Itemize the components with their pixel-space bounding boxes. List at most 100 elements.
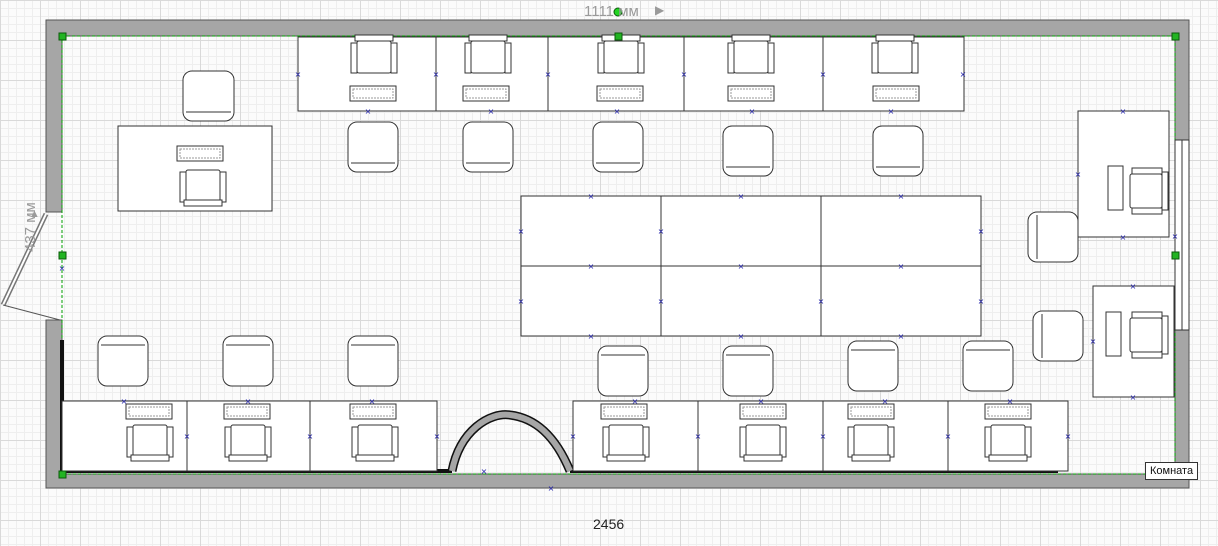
office-chair-icon[interactable]	[1129, 311, 1169, 359]
selection-handle: ×	[1120, 107, 1127, 116]
office-chair-icon[interactable]	[597, 34, 645, 74]
armchair-icon[interactable]	[347, 121, 399, 173]
monitor-keys	[599, 88, 641, 99]
arch-opening[interactable]	[447, 410, 575, 473]
chair-arm-left	[464, 42, 472, 74]
chair-seat	[357, 424, 393, 458]
selection-handle: ×	[888, 107, 895, 116]
selection-handle: ×	[307, 432, 314, 441]
armchair-icon[interactable]	[1027, 211, 1079, 263]
armchair-body	[1027, 211, 1079, 263]
armchair-icon[interactable]	[722, 345, 774, 397]
selection-handle: ×	[882, 397, 889, 406]
chair-seat	[733, 40, 769, 74]
armchair-body	[872, 125, 924, 177]
chair-seat	[230, 424, 266, 458]
selection-handle: ×	[658, 227, 665, 236]
selection-handle: ×	[184, 432, 191, 441]
selection-handle: ×	[1065, 432, 1072, 441]
armchair-body	[722, 125, 774, 177]
selection-handle: ×	[820, 70, 827, 79]
selection-handle: ×	[945, 432, 952, 441]
resize-handle	[58, 251, 67, 260]
chair-seat	[185, 169, 221, 203]
meeting-table-section	[660, 265, 822, 337]
height-arrow-icon: ▲	[29, 208, 40, 220]
monitor-keys	[179, 148, 221, 159]
monitor-keys	[465, 88, 507, 99]
armchair-icon[interactable]	[597, 345, 649, 397]
armchair-icon[interactable]	[1032, 310, 1084, 362]
chair-arm-bottom	[1131, 207, 1163, 215]
monitor-icon	[727, 85, 775, 102]
door-swing-arc	[2, 304, 61, 321]
office-chair-icon[interactable]	[351, 424, 399, 462]
chair-arm-bottom	[1131, 351, 1163, 359]
armchair-icon[interactable]	[97, 335, 149, 387]
chair-back	[988, 454, 1028, 462]
armchair-icon[interactable]	[222, 335, 274, 387]
office-chair-icon[interactable]	[1129, 167, 1169, 215]
drawing-canvas[interactable]: × × × × × × × × × × × × × × × × × × × × × × × × × × × × × × × × × × × × × × × ×…	[0, 0, 1218, 546]
monitor-keys	[875, 88, 917, 99]
chair-arm-right	[166, 426, 174, 458]
selection-handle: ×	[818, 297, 825, 306]
floor-plan[interactable]: × × × × × × × × × × × × × × × × × × × × × × × × × × × × × × × × × × × × × × × ×…	[0, 0, 1218, 546]
office-chair-icon[interactable]	[727, 34, 775, 74]
armchair-icon[interactable]	[182, 70, 235, 122]
monitor-keys	[850, 406, 892, 417]
monitor-frame	[1105, 311, 1122, 357]
office-chair-icon[interactable]	[739, 424, 787, 462]
selection-handle: ×	[588, 332, 595, 341]
armchair-icon[interactable]	[592, 121, 644, 173]
armchair-icon[interactable]	[462, 121, 514, 173]
armchair-icon[interactable]	[347, 335, 399, 387]
armchair-icon[interactable]	[872, 125, 924, 177]
selection-handle: ×	[632, 397, 639, 406]
chair-arm-left	[739, 426, 747, 458]
office-chair-icon[interactable]	[847, 424, 895, 462]
office-chair-icon[interactable]	[984, 424, 1032, 462]
chair-seat	[1129, 317, 1163, 353]
chair-seat	[1129, 173, 1163, 209]
chair-back	[468, 34, 508, 42]
selection-handle: ×	[758, 397, 765, 406]
selection-handle: ×	[545, 70, 552, 79]
meeting-table-section	[820, 265, 982, 337]
monitor-frame	[1107, 165, 1124, 211]
chair-arm-left	[224, 426, 232, 458]
chair-arm-left	[984, 426, 992, 458]
armchair-body	[462, 121, 514, 173]
armchair-body	[97, 335, 149, 387]
armchair-body	[722, 345, 774, 397]
armchair-body	[222, 335, 274, 387]
chair-arm-left	[126, 426, 134, 458]
office-chair-icon[interactable]	[224, 424, 272, 462]
armchair-icon[interactable]	[847, 340, 899, 392]
armchair-icon[interactable]	[722, 125, 774, 177]
monitor-icon	[349, 403, 397, 420]
chair-arm-right	[264, 426, 272, 458]
chair-seat	[603, 40, 639, 74]
selection-handle: ×	[481, 467, 488, 476]
chair-arm-left	[602, 426, 610, 458]
selection-handle: ×	[365, 107, 372, 116]
office-chair-icon[interactable]	[179, 169, 227, 207]
office-chair-icon[interactable]	[350, 34, 398, 74]
armchair-icon[interactable]	[962, 340, 1014, 392]
chair-arm-left	[179, 171, 187, 203]
office-chair-icon[interactable]	[602, 424, 650, 462]
office-chair-icon[interactable]	[464, 34, 512, 74]
chair-arm-right	[767, 42, 775, 74]
selection-handle: ×	[738, 332, 745, 341]
office-chair-icon[interactable]	[126, 424, 174, 462]
resize-handle	[58, 470, 67, 479]
chair-back	[743, 454, 783, 462]
chair-arm-right	[391, 426, 399, 458]
office-chair-icon[interactable]	[871, 34, 919, 74]
chair-back	[183, 199, 223, 207]
monitor-keys	[730, 88, 772, 99]
chair-arm-left	[351, 426, 359, 458]
monitor-keys	[226, 406, 268, 417]
monitor-icon	[847, 403, 895, 420]
